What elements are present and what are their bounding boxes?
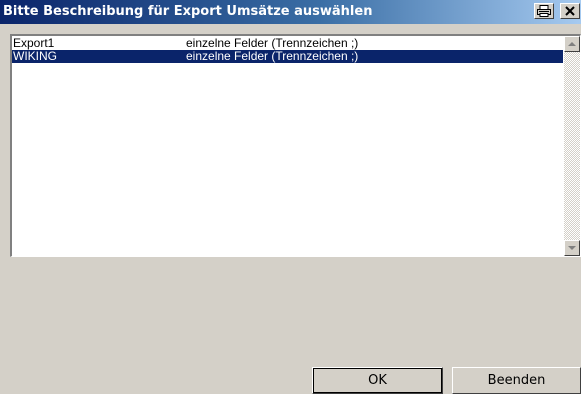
- title-bar[interactable]: Bitte Beschreibung für Export Umsätze au…: [0, 0, 581, 24]
- close-icon: [565, 6, 575, 16]
- print-button[interactable]: [534, 3, 554, 19]
- scroll-down-button[interactable]: [564, 240, 580, 256]
- export-description-dialog: Bitte Beschreibung für Export Umsätze au…: [0, 0, 581, 394]
- list-item-name: WIKING: [13, 49, 57, 63]
- vertical-scrollbar[interactable]: [564, 36, 580, 256]
- list-item-format: einzelne Felder (Trennzeichen ;): [186, 49, 359, 63]
- export-description-list[interactable]: Export1 einzelne Felder (Trennzeichen ;) W…: [10, 34, 581, 257]
- list-rows: Export1 einzelne Felder (Trennzeichen ;) W…: [12, 37, 563, 63]
- arrow-down-icon: [568, 246, 576, 250]
- arrow-up-icon: [568, 42, 576, 46]
- close-button[interactable]: [560, 3, 580, 19]
- ok-button[interactable]: OK: [312, 367, 443, 394]
- list-item[interactable]: WIKING einzelne Felder (Trennzeichen ;): [12, 50, 563, 63]
- window-title: Bitte Beschreibung für Export Umsätze au…: [3, 4, 373, 19]
- beenden-button[interactable]: Beenden: [452, 367, 581, 394]
- scroll-up-button[interactable]: [564, 36, 580, 52]
- printer-icon: [537, 5, 551, 17]
